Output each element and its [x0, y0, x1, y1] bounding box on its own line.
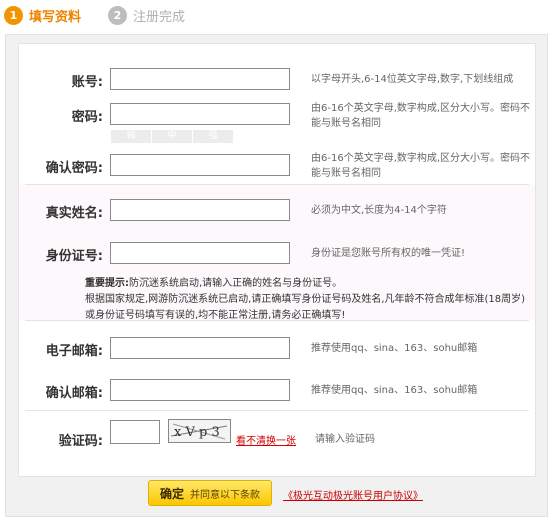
divider	[25, 184, 529, 185]
captcha-label: 验证码:	[58, 434, 103, 449]
captcha-graphic: x V p 3	[170, 423, 228, 440]
account-hint: 以字母开头,6-14位英文字母,数字,下划线组成	[311, 74, 514, 85]
confirm-label: 确定	[159, 486, 184, 501]
id-number-hint: 身份证是您账号所有权的唯一凭证!	[311, 248, 466, 259]
captcha-refresh-link[interactable]: 看不清换一张	[236, 432, 296, 447]
confirm-email-input[interactable]	[110, 379, 290, 401]
step-fill-info: 1 填写资料	[4, 4, 81, 26]
step-indicator: 1 填写资料 2 注册完成	[0, 0, 553, 30]
step-number-badge: 2	[108, 5, 127, 25]
step-label: 注册完成	[133, 9, 186, 25]
account-input[interactable]	[110, 68, 290, 90]
registration-panel: 账号: 以字母开头,6-14位英文字母,数字,下划线组成 密码: 由6-16个英…	[5, 34, 548, 517]
captcha-image[interactable]: x V p 3	[168, 419, 231, 443]
captcha-text: x V p 3	[174, 425, 220, 440]
strength-medium: 中	[152, 130, 193, 143]
confirm-email-label: 确认邮箱:	[45, 386, 103, 401]
captcha-input[interactable]	[110, 420, 160, 444]
password-label: 密码:	[71, 110, 103, 125]
email-input[interactable]	[110, 337, 290, 359]
email-label: 电子邮箱:	[45, 344, 103, 359]
divider	[25, 410, 529, 411]
password-strength-meter: 弱 中 强	[111, 130, 234, 143]
user-agreement-link[interactable]: 《极光互动极光账号用户协议》	[283, 487, 423, 502]
captcha-hint: 请输入验证码	[315, 434, 375, 445]
registration-form: 账号: 以字母开头,6-14位英文字母,数字,下划线组成 密码: 由6-16个英…	[18, 43, 536, 477]
step-number-badge: 1	[4, 5, 23, 25]
password-input[interactable]	[110, 103, 290, 125]
confirm-button[interactable]: 确定 并同意以下条款	[148, 480, 272, 506]
real-name-label: 真实姓名:	[45, 206, 103, 221]
confirm-sublabel: 并同意以下条款	[190, 489, 260, 501]
anti-addiction-notice: 重要提示:防沉迷系统启动,请输入正确的姓名与身份证号。 根据国家规定,网游防沉迷…	[85, 276, 531, 324]
real-name-hint: 必须为中文,长度为4-14个字符	[311, 205, 447, 216]
password-hint: 由6-16个英文字母,数字构成,区分大小写。密码不能与账号名相同	[311, 103, 531, 129]
id-number-label: 身份证号:	[45, 249, 103, 264]
confirm-email-hint: 推荐使用qq、sina、163、sohu邮箱	[311, 385, 478, 396]
confirm-password-input[interactable]	[110, 154, 290, 176]
strength-strong: 强	[193, 130, 234, 143]
real-name-input[interactable]	[110, 199, 290, 221]
account-label: 账号:	[71, 75, 103, 90]
strength-weak: 弱	[111, 130, 152, 143]
step-label: 填写资料	[29, 9, 82, 25]
step-complete: 2 注册完成	[108, 4, 185, 26]
notice-title: 重要提示:	[85, 278, 129, 289]
divider	[25, 320, 529, 321]
id-number-input[interactable]	[110, 242, 290, 264]
confirm-password-label: 确认密码:	[45, 161, 103, 176]
notice-line1: 防沉迷系统启动,请输入正确的姓名与身份证号。	[129, 278, 343, 289]
confirm-password-hint: 由6-16个英文字母,数字构成,区分大小写。密码不能与账号名相同	[311, 153, 531, 179]
email-hint: 推荐使用qq、sina、163、sohu邮箱	[311, 343, 478, 354]
